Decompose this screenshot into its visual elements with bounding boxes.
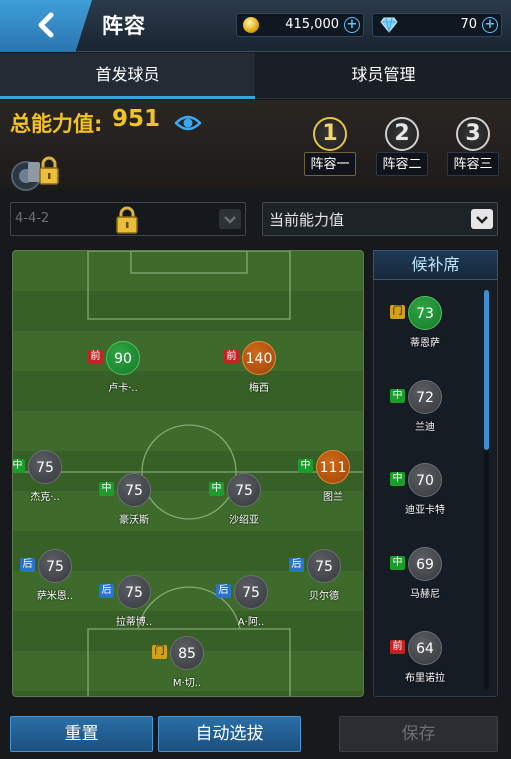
player-name: 沙绍亚 [229,515,259,526]
sort-select[interactable]: 当前能力值 [262,202,498,236]
bench-player-card[interactable]: 中 72 兰迪 [390,380,460,436]
player-name: 贝尔德 [309,591,339,602]
player-name: 杰克·.. [30,492,60,503]
player-name: 布里诺拉 [405,673,445,684]
position-badge: 后 [216,584,231,598]
add-diamond-button[interactable]: + [482,17,498,33]
locked-tactics-icon[interactable] [10,152,64,192]
tab-player-management[interactable]: 球员管理 [256,53,511,99]
diamond-counter: 70 + [372,13,502,37]
player-name: M·切.. [172,678,202,689]
player-name: 萨米恩.. [36,591,74,602]
rating-badge: 72 [408,380,442,414]
lineup-2-tab[interactable]: 阵容二 [376,152,428,176]
position-badge: 中 [390,472,405,486]
rating-badge: 69 [408,547,442,581]
formation-select[interactable]: 4-4-2 [10,202,246,236]
chevron-down-icon [471,209,493,229]
starter-card[interactable]: 后 75 拉蒂博.. [99,575,169,631]
lineup-3-icon[interactable]: 3 [456,117,490,151]
player-name: 马赫尼 [410,589,440,600]
rating-badge: 64 [408,631,442,665]
rating-badge: 75 [307,549,341,583]
starter-card[interactable]: 门 85 M·切.. [152,636,222,692]
position-badge: 中 [298,459,313,473]
player-name: 图兰 [323,492,343,503]
starter-card[interactable]: 后 75 A·阿.. [216,575,286,631]
position-badge: 前 [390,640,405,654]
rating-badge: 75 [117,473,151,507]
total-power-label: 总能力值: [10,112,103,136]
pitch: 前 90 卢卡·.. 前 140 梅西 中 75 杰克·.. 中 75 豪沃斯 … [12,250,364,697]
sort-value: 当前能力值 [269,211,345,229]
chevron-down-icon [219,209,241,229]
rating-badge: 70 [408,463,442,497]
add-gold-button[interactable]: + [344,17,360,33]
gold-counter: 415,000 + [236,13,364,37]
formation-value: 4-4-2 [15,211,50,226]
player-name: 拉蒂博.. [115,617,153,628]
page-title: 阵容 [102,14,146,38]
gold-amount: 415,000 [285,17,339,32]
position-badge: 中 [390,389,405,403]
position-badge: 中 [209,482,224,496]
player-name: 迪亚卡特 [405,505,445,516]
starter-card[interactable]: 后 75 萨米恩.. [20,549,90,605]
rating-badge: 90 [106,341,140,375]
auto-select-button[interactable]: 自动选拔 [158,716,301,752]
starter-card[interactable]: 前 90 卢卡·.. [88,341,158,397]
starter-card[interactable]: 中 75 豪沃斯 [99,473,169,529]
position-badge: 后 [20,558,35,572]
player-name: 豪沃斯 [119,515,149,526]
rating-badge: 75 [227,473,261,507]
rating-badge: 85 [170,636,204,670]
position-badge: 中 [390,556,405,570]
player-name: 卢卡·.. [108,383,138,394]
rating-badge: 75 [38,549,72,583]
tab-starting-players[interactable]: 首发球员 [0,53,255,99]
rating-badge: 75 [117,575,151,609]
bench-title: 候补席 [373,250,498,280]
lineup-1-tab[interactable]: 阵容一 [304,152,356,176]
starter-card[interactable]: 前 140 梅西 [224,341,294,397]
bench-scroll-thumb[interactable] [484,290,489,450]
lock-icon [116,206,138,234]
bench-player-card[interactable]: 中 69 马赫尼 [390,547,460,603]
position-badge: 门 [152,645,167,659]
diamond-icon [380,17,398,33]
position-badge: 门 [390,305,405,319]
bench-player-card[interactable]: 前 64 布里诺拉 [390,631,460,687]
player-name: A·阿.. [237,617,265,628]
player-name: 梅西 [249,383,269,394]
starter-card[interactable]: 后 75 贝尔德 [289,549,359,605]
reset-button[interactable]: 重置 [10,716,153,752]
starter-card[interactable]: 中 111 图兰 [298,450,363,506]
rating-badge: 140 [242,341,276,375]
position-badge: 前 [224,350,239,364]
player-name: 蒂恩萨 [410,338,440,349]
diamond-amount: 70 [460,17,477,32]
gold-coin-icon [243,17,259,33]
position-badge: 前 [88,350,103,364]
player-name: 兰迪 [415,422,435,433]
starter-card[interactable]: 中 75 沙绍亚 [209,473,279,529]
rating-badge: 75 [28,450,62,484]
bench-player-card[interactable]: 中 70 迪亚卡特 [390,463,460,519]
position-badge: 中 [99,482,114,496]
lineup-2-icon[interactable]: 2 [385,117,419,151]
save-button[interactable]: 保存 [339,716,498,752]
starter-card[interactable]: 中 75 杰克·.. [13,450,80,506]
eye-icon[interactable] [174,113,202,133]
position-badge: 后 [289,558,304,572]
lineup-1-icon[interactable]: 1 [313,117,347,151]
total-power-value: 951 [112,106,161,132]
bench-player-card[interactable]: 门 73 蒂恩萨 [390,296,460,352]
rating-badge: 75 [234,575,268,609]
back-arrow-icon [38,12,54,38]
position-badge: 中 [13,459,25,473]
rating-badge: 111 [316,450,350,484]
lineup-3-tab[interactable]: 阵容三 [447,152,499,176]
position-badge: 后 [99,584,114,598]
rating-badge: 73 [408,296,442,330]
